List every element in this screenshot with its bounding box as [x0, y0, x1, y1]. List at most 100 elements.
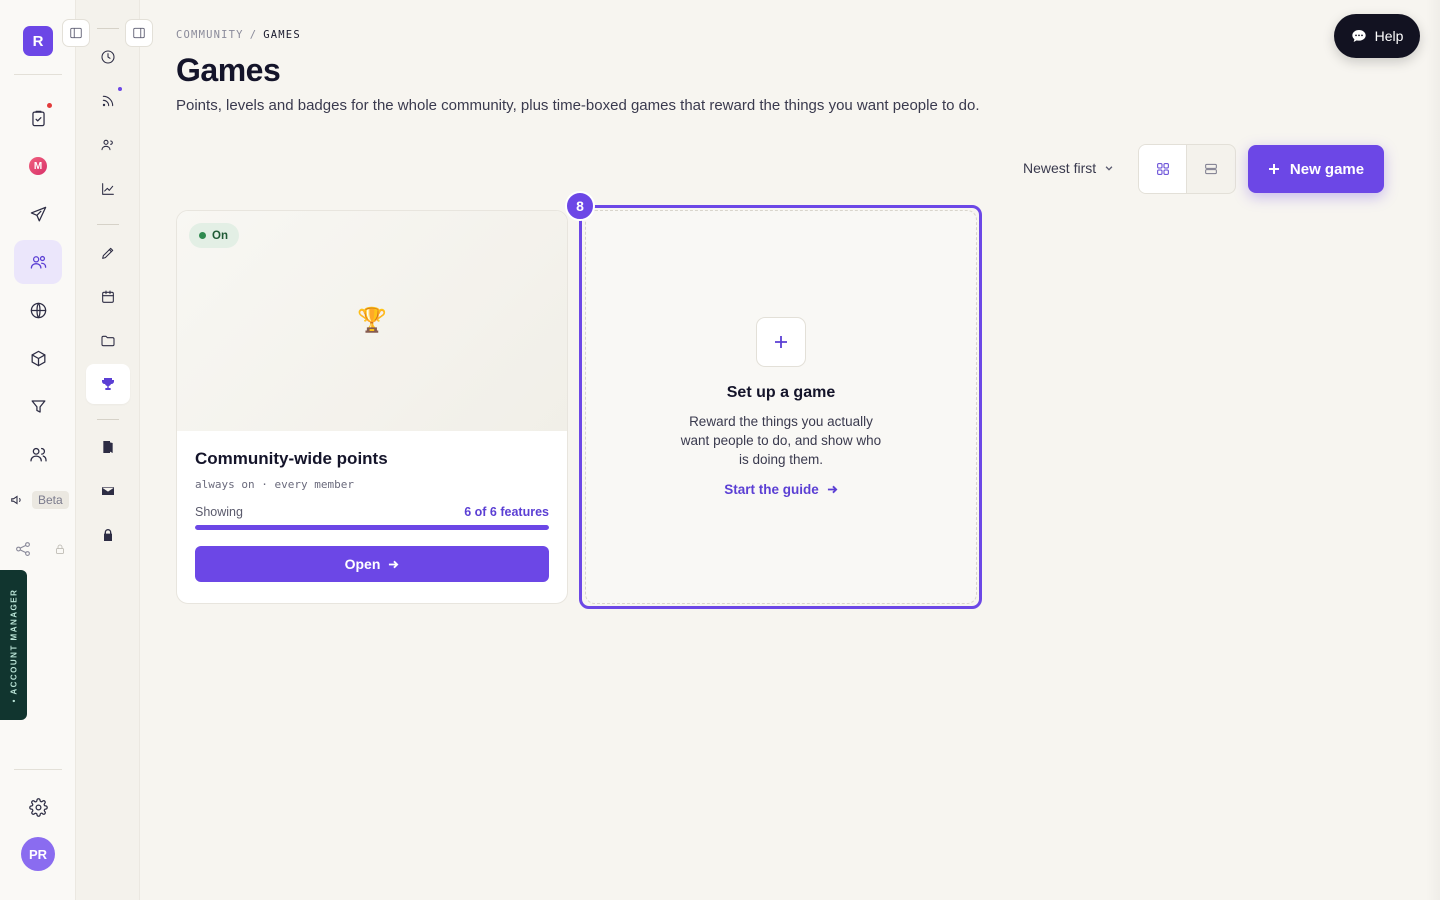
rail-item-people[interactable]: [14, 432, 62, 476]
features-progress-fill: [195, 525, 549, 530]
status-dot: [199, 232, 206, 239]
users-icon: [30, 255, 46, 269]
setup-game-card[interactable]: Set up a game Reward the things you actu…: [585, 210, 977, 604]
help-label: Help: [1374, 28, 1404, 44]
subnav-events[interactable]: [86, 277, 130, 317]
megaphone-icon: [11, 495, 21, 505]
unread-dot: [118, 87, 122, 91]
chart-line-icon: [102, 183, 114, 195]
showing-label: Showing: [195, 505, 243, 519]
start-guide-label: Start the guide: [724, 482, 819, 497]
list-view-button[interactable]: [1187, 145, 1235, 193]
status-badge: On: [189, 223, 239, 248]
new-game-label: New game: [1289, 160, 1365, 178]
subnav-analytics[interactable]: [86, 169, 130, 209]
subnav-games[interactable]: [86, 364, 130, 404]
subnav-feed[interactable]: [86, 81, 130, 121]
secondary-sidebar-toggle[interactable]: [125, 19, 153, 47]
clipboard-check-icon: [31, 110, 45, 126]
chevron-down-icon: [1105, 166, 1113, 171]
primary-sidebar-toggle[interactable]: [62, 19, 90, 47]
breadcrumb: COMMUNITY / GAMES: [176, 29, 301, 41]
rail-item-globe[interactable]: [14, 288, 62, 332]
page-title: Games: [176, 52, 281, 88]
calendar-icon: [102, 290, 114, 303]
divider: [97, 224, 119, 225]
box-icon: [31, 350, 45, 366]
folder-icon: [101, 335, 115, 347]
workspace-logo[interactable]: R: [23, 26, 53, 56]
pen-icon: [102, 247, 114, 259]
user-avatar[interactable]: PR: [21, 837, 55, 871]
chat-bubble-icon: [1351, 30, 1366, 42]
features-row: Showing 6 of 6 features: [195, 505, 549, 519]
breadcrumb-current: GAMES: [263, 29, 301, 41]
page-subtitle: Points, levels and badges for the whole …: [176, 97, 980, 114]
rail-item-package[interactable]: [14, 336, 62, 380]
game-meta: always on · every member: [195, 478, 354, 491]
arrow-right-icon: [827, 485, 838, 494]
open-label: Open: [344, 556, 381, 572]
rss-icon: [102, 95, 114, 107]
m-badge-icon: M: [29, 157, 47, 175]
divider: [14, 74, 62, 75]
globe-icon: [30, 302, 46, 318]
start-guide-link[interactable]: Start the guide: [724, 482, 838, 497]
rail-item-tasks[interactable]: [14, 96, 62, 140]
lock-icon: [104, 529, 112, 541]
primary-sidebar: R M Beta PR: [0, 0, 76, 900]
filter-icon: [31, 399, 45, 413]
subnav-posts[interactable]: [86, 233, 130, 273]
help-button[interactable]: Help: [1334, 14, 1420, 58]
account-manager-tab[interactable]: • ACCOUNT MANAGER: [0, 570, 27, 720]
list-icon: [1205, 163, 1217, 175]
divider: [97, 419, 119, 420]
divider: [97, 28, 119, 29]
plus-icon: [775, 336, 787, 348]
game-card[interactable]: On 🏆 Community-wide points always on · e…: [176, 210, 568, 604]
subnav-activity[interactable]: [86, 37, 130, 77]
open-game-button[interactable]: Open: [195, 546, 549, 582]
subnav-private[interactable]: [86, 515, 130, 555]
page-edge-shadow: [1426, 0, 1440, 900]
sort-label: Newest first: [1023, 160, 1097, 176]
subnav-members[interactable]: [86, 125, 130, 165]
subnav-doors[interactable]: [86, 427, 130, 467]
new-game-button[interactable]: New game: [1248, 145, 1384, 193]
sort-dropdown[interactable]: Newest first: [1023, 160, 1114, 176]
setup-title: Set up a game: [726, 384, 836, 401]
game-title: Community-wide points: [195, 449, 388, 468]
notification-dot: [47, 103, 52, 108]
rail-item-community[interactable]: [14, 240, 62, 284]
sidebar-panel-icon: [133, 27, 145, 39]
grid-icon: [1156, 163, 1169, 175]
account-manager-label: • ACCOUNT MANAGER: [9, 588, 18, 702]
add-game-button[interactable]: [756, 317, 806, 367]
plus-icon: [1268, 164, 1279, 174]
subnav-resources[interactable]: [86, 321, 130, 361]
settings-button[interactable]: [26, 795, 50, 819]
guide-step-badge: 8: [565, 191, 595, 221]
share-icon: [16, 542, 30, 556]
envelope-icon: [102, 487, 114, 495]
people-icon: [29, 447, 47, 461]
members-icon: [101, 139, 113, 151]
divider: [14, 769, 62, 770]
subnav-messages[interactable]: [86, 471, 130, 511]
setup-description: Reward the things you actually want peop…: [680, 414, 882, 467]
share-item-locked: [14, 540, 66, 558]
rail-item-send[interactable]: [14, 192, 62, 236]
grid-view-button[interactable]: [1139, 145, 1188, 193]
view-toggle: [1138, 144, 1236, 194]
rail-item-mail-app[interactable]: M: [14, 144, 62, 188]
status-label: On: [212, 229, 228, 242]
sidebar-panel-icon: [70, 27, 82, 39]
beta-badge: Beta: [32, 491, 69, 509]
broadcast-beta-item[interactable]: Beta: [10, 491, 69, 509]
breadcrumb-community[interactable]: COMMUNITY: [176, 29, 244, 41]
rail-item-filter[interactable]: [14, 384, 62, 428]
trophy-icon: [102, 378, 114, 390]
breadcrumb-separator: /: [249, 29, 258, 41]
features-progress-bar: [195, 525, 549, 530]
clock-icon: [101, 50, 115, 64]
